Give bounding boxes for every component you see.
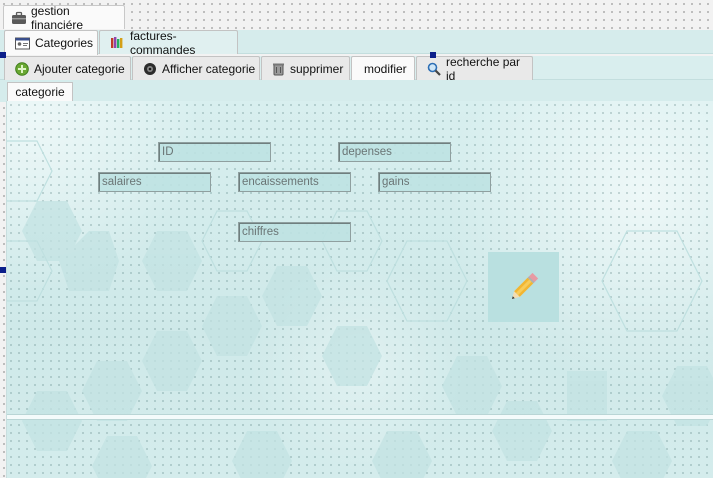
tab-afficher-categorie[interactable]: Afficher categorie [132, 56, 260, 80]
selection-handle[interactable] [430, 52, 436, 58]
books-icon [110, 36, 125, 49]
tab-categories-label: Categories [35, 36, 94, 50]
id-card-icon [15, 37, 30, 50]
tab-factures-label: factures-commandes [130, 28, 196, 57]
window-tab[interactable]: gestion financiére [3, 3, 125, 32]
form-panel: ID depenses salaires encaissements gains… [6, 101, 713, 478]
depenses-field[interactable]: depenses [338, 142, 451, 162]
tab-ajouter-categorie[interactable]: Ajouter categorie [4, 56, 131, 80]
tab-ajouter-label: Ajouter categorie [34, 61, 125, 76]
selection-handle[interactable] [0, 267, 6, 273]
main-tab-bar: Categories factures-commandes [0, 28, 713, 57]
tab-modifier-label: modifier [364, 62, 407, 76]
tab-factures-commandes[interactable]: factures-commandes [99, 28, 238, 57]
search-icon [427, 62, 441, 76]
tab-afficher-label: Afficher categorie [162, 61, 256, 76]
gains-field[interactable]: gains [378, 172, 491, 192]
tab-categorie[interactable]: categorie [7, 82, 73, 101]
window-title: gestion financiére [31, 3, 84, 32]
add-icon [15, 61, 29, 76]
pencil-icon [506, 269, 542, 305]
panel-divider [7, 414, 713, 420]
id-field[interactable]: ID [158, 142, 271, 162]
action-tab-bar: Ajouter categorie Afficher categorie sup… [0, 54, 713, 83]
tab-recherche-label: recherche par id [446, 54, 521, 83]
selection-handle[interactable] [0, 52, 6, 58]
eye-icon [143, 62, 157, 76]
tab-recherche-par-id[interactable]: recherche par id [416, 54, 533, 83]
chiffres-field[interactable]: chiffres [238, 222, 351, 242]
briefcase-icon [11, 11, 27, 25]
tab-modifier[interactable]: modifier [351, 56, 415, 81]
tab-categories[interactable]: Categories [4, 30, 98, 55]
tab-categorie-label: categorie [15, 85, 65, 99]
tab-supprimer[interactable]: supprimer [261, 56, 350, 80]
encaissements-field[interactable]: encaissements [238, 172, 351, 192]
modifier-button[interactable] [488, 252, 559, 322]
trash-icon [272, 62, 285, 76]
salaires-field[interactable]: salaires [98, 172, 211, 192]
sub-tab-bar: categorie [0, 80, 713, 102]
tab-supprimer-label: supprimer [290, 61, 344, 76]
